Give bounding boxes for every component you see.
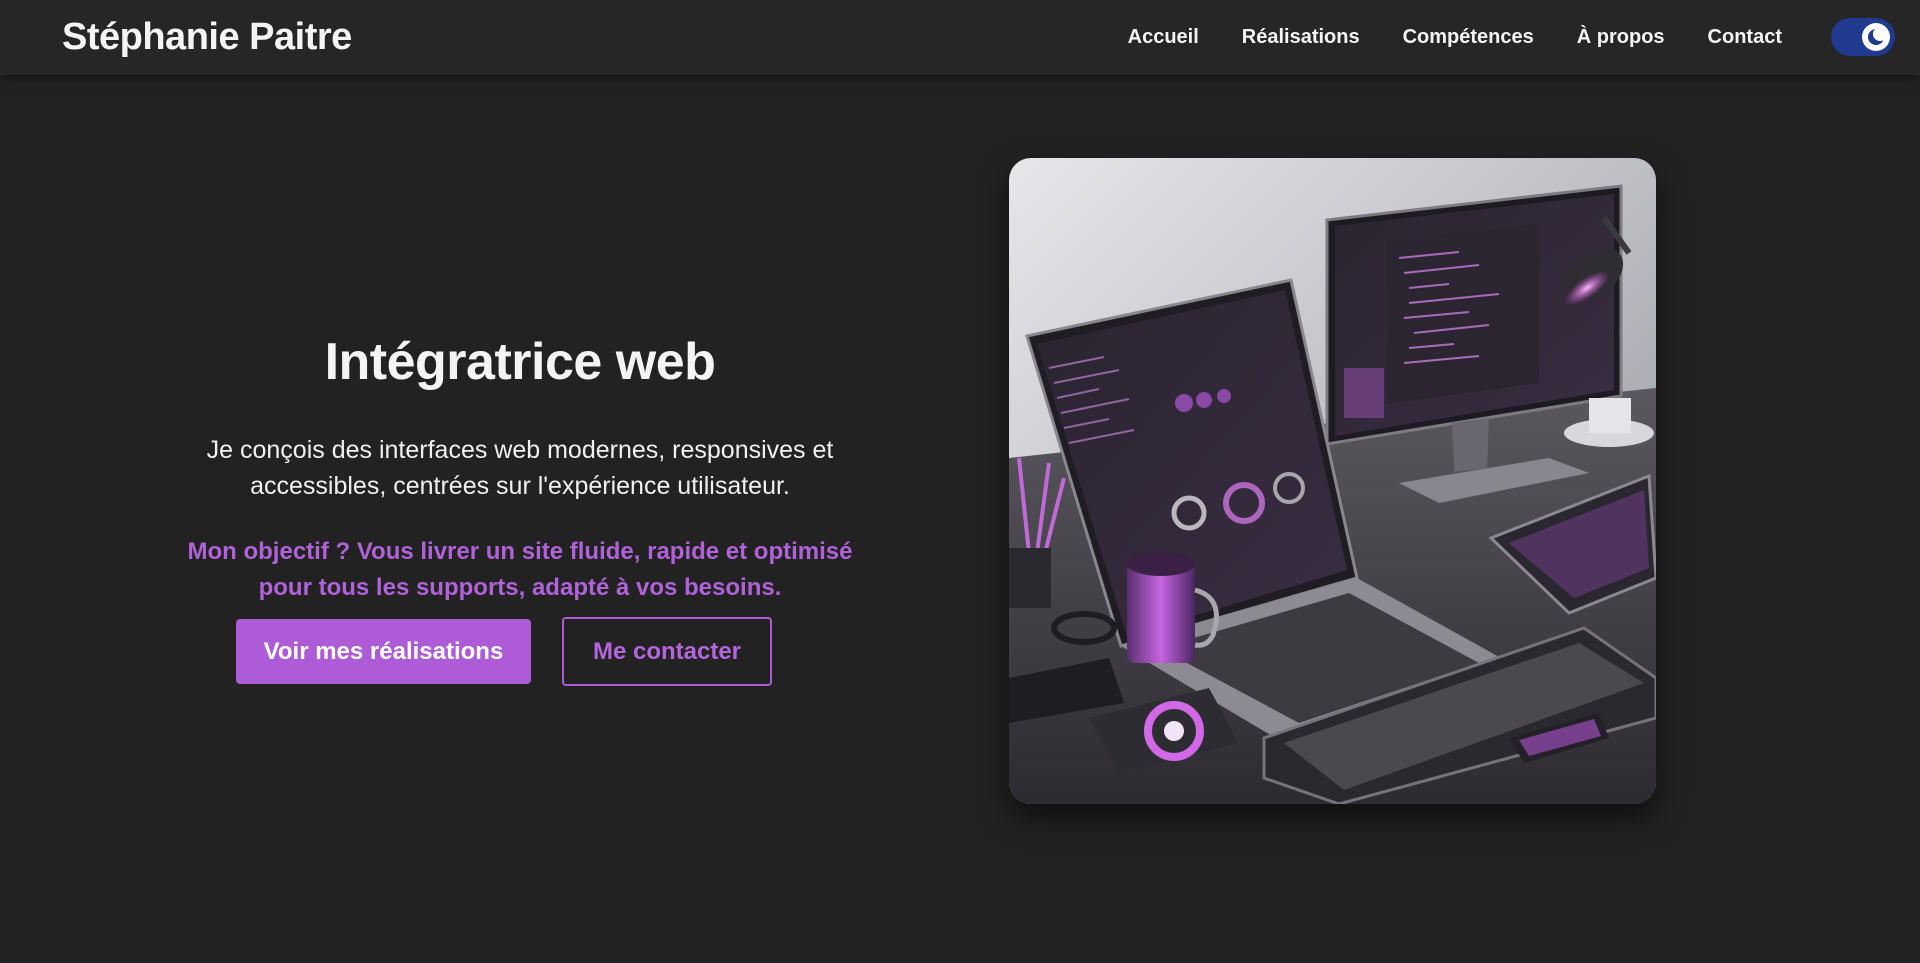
moon-icon [1868, 27, 1887, 45]
nav-link-contact[interactable]: Contact [1708, 22, 1782, 52]
site-brand[interactable]: Stéphanie Paitre [62, 12, 352, 62]
toggle-knob [1862, 23, 1890, 51]
hero-description: Je conçois des interfaces web modernes, … [206, 436, 834, 500]
hero-section: Intégratrice web Je conçois des interfac… [100, 320, 940, 606]
theme-toggle[interactable] [1831, 18, 1895, 56]
contact-me-button[interactable]: Me contacter [562, 617, 772, 686]
nav-link-a-propos[interactable]: À propos [1577, 22, 1665, 52]
hero-illustration [1009, 158, 1656, 804]
hero-title: Intégratrice web [324, 333, 716, 391]
main-nav: Accueil Réalisations Compétences À propo… [1128, 22, 1782, 52]
hero-goal: Mon objectif ? Vous livrer un site fluid… [187, 538, 853, 601]
nav-link-realisations[interactable]: Réalisations [1242, 22, 1360, 52]
nav-link-accueil[interactable]: Accueil [1128, 22, 1199, 52]
desk-illustration [1009, 158, 1656, 804]
view-projects-button[interactable]: Voir mes réalisations [236, 619, 531, 684]
site-header: Stéphanie Paitre Accueil Réalisations Co… [0, 0, 1920, 75]
nav-link-competences[interactable]: Compétences [1403, 22, 1534, 52]
